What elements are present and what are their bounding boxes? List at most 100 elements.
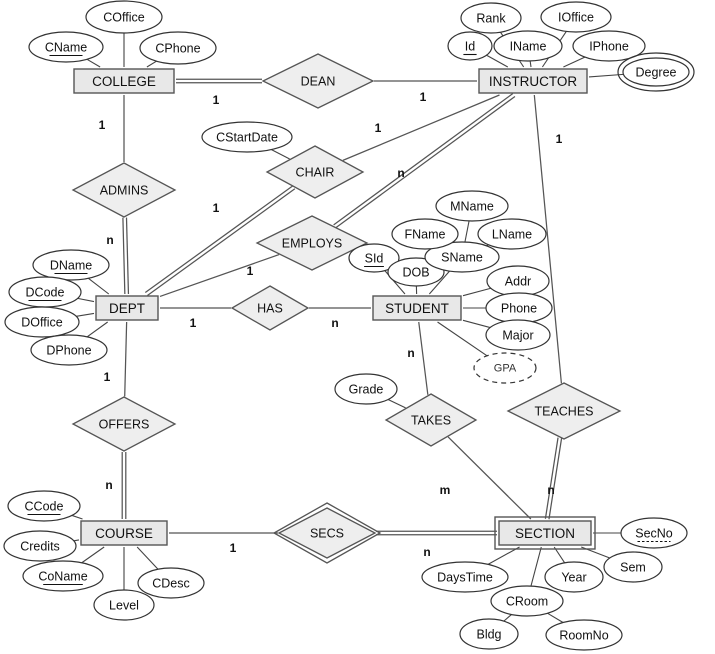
connection-college-dean	[176, 78, 262, 84]
attribute-grade[interactable]: Grade	[334, 373, 398, 405]
attribute-cstartdate[interactable]: CStartDate	[201, 121, 293, 153]
cardinality-course-secs: 1	[230, 541, 237, 555]
attribute-label: SId	[365, 252, 384, 266]
attribute-cdesc[interactable]: CDesc	[137, 567, 205, 599]
attribute-roomno[interactable]: RoomNo	[545, 619, 623, 651]
cardinality-secs-section: n	[423, 545, 430, 559]
attribute-label: DName	[50, 259, 92, 273]
entity-college[interactable]: COLLEGE	[73, 68, 175, 94]
attribute-label: RoomNo	[559, 629, 608, 643]
cardinality-college-admins: 1	[99, 118, 106, 132]
attribute-level[interactable]: Level	[93, 589, 155, 621]
attribute-label: DaysTime	[437, 571, 493, 585]
attribute-lname[interactable]: LName	[477, 218, 547, 250]
attribute-cname[interactable]: CName	[28, 31, 104, 63]
relationship-label: CHAIR	[296, 166, 335, 180]
attribute-gpa[interactable]: GPA	[473, 352, 537, 384]
attribute-id[interactable]: Id	[447, 31, 493, 61]
attribute-line-dname	[88, 277, 110, 295]
entity-dept[interactable]: DEPT	[95, 295, 159, 321]
attribute-daystime[interactable]: DaysTime	[421, 561, 509, 593]
relationship-secs[interactable]: SECS	[272, 502, 382, 564]
cardinality-college-dean: 1	[213, 93, 220, 107]
attribute-line-cdesc	[136, 546, 159, 570]
relationship-admins[interactable]: ADMINS	[71, 162, 177, 218]
cardinality-teaches-section: n	[547, 483, 554, 497]
attribute-cphone[interactable]: CPhone	[139, 31, 217, 65]
attribute-label: IPhone	[589, 40, 629, 54]
attribute-dname[interactable]: DName	[32, 249, 110, 281]
entity-section[interactable]: SECTION	[494, 516, 596, 550]
entity-student[interactable]: STUDENT	[372, 295, 462, 321]
relationship-has[interactable]: HAS	[230, 285, 310, 331]
attribute-label: Major	[502, 329, 533, 343]
attribute-label: Credits	[20, 540, 60, 554]
attribute-mname[interactable]: MName	[435, 190, 509, 222]
entity-label: SECTION	[515, 526, 575, 541]
cardinality-dept-has: 1	[190, 316, 197, 330]
relationship-label: SECS	[310, 527, 344, 541]
attribute-year[interactable]: Year	[544, 561, 604, 593]
attribute-doffice[interactable]: DOffice	[4, 306, 80, 338]
attribute-iname[interactable]: IName	[493, 30, 563, 62]
attribute-fname[interactable]: FName	[391, 218, 459, 250]
attribute-label: DOB	[402, 266, 429, 280]
relationship-label: EMPLOYS	[282, 237, 342, 251]
cardinality-dept-offers: 1	[104, 370, 111, 384]
attribute-label: MName	[450, 200, 494, 214]
attribute-label: DPhone	[46, 344, 91, 358]
attribute-ioffice[interactable]: IOffice	[540, 1, 612, 33]
relationship-label: DEAN	[301, 75, 336, 89]
entity-instructor[interactable]: INSTRUCTOR	[478, 68, 588, 94]
cardinality-offers-course: n	[105, 478, 112, 492]
attribute-degree[interactable]: Degree	[617, 52, 695, 92]
attribute-label: CStartDate	[216, 131, 278, 145]
attribute-label: Level	[109, 599, 139, 613]
cardinality-dept-employs: 1	[247, 264, 254, 278]
entity-course[interactable]: COURSE	[80, 520, 168, 546]
attribute-coname[interactable]: CoName	[22, 560, 104, 592]
attribute-major[interactable]: Major	[485, 319, 551, 351]
attribute-croom[interactable]: CRoom	[490, 585, 564, 617]
attribute-coffice[interactable]: COffice	[85, 0, 163, 34]
attribute-label: Id	[465, 40, 475, 54]
entity-label: INSTRUCTOR	[489, 74, 578, 89]
attribute-ccode[interactable]: CCode	[7, 490, 81, 522]
connection-offers-course	[121, 452, 127, 519]
attribute-line-grade	[387, 399, 406, 409]
attribute-bldg[interactable]: Bldg	[459, 618, 519, 650]
relationship-offers[interactable]: OFFERS	[71, 396, 177, 452]
cardinality-dept-chair: 1	[213, 201, 220, 215]
er-diagram-svg: COLLEGE INSTRUCTOR DEPT STUDENT COURSE SECTIO…	[3, 0, 695, 651]
attribute-credits[interactable]: Credits	[3, 530, 77, 562]
entity-label: STUDENT	[385, 301, 449, 316]
attribute-dcode[interactable]: DCode	[8, 276, 82, 308]
relationship-takes[interactable]: TAKES	[384, 393, 478, 447]
cardinality-dean-instructor: 1	[420, 90, 427, 104]
attribute-line-doffice	[76, 312, 95, 317]
connection-dept-employs	[159, 253, 280, 297]
attribute-label: DCode	[26, 286, 65, 300]
attribute-secno[interactable]: SecNo	[620, 517, 688, 549]
entity-label: COURSE	[95, 526, 153, 541]
connection-teaches-section	[544, 437, 563, 520]
relationship-teaches[interactable]: TEACHES	[506, 382, 622, 440]
attribute-addr[interactable]: Addr	[486, 265, 550, 297]
attribute-dphone[interactable]: DPhone	[30, 334, 108, 366]
relationship-label: HAS	[257, 302, 283, 316]
attribute-line-cname	[86, 58, 101, 68]
cardinality-admins-dept: n	[106, 233, 113, 247]
cardinality-chair-instructor: 1	[375, 121, 382, 135]
attribute-phone[interactable]: Phone	[485, 292, 553, 324]
attribute-line-roomno	[547, 612, 564, 623]
relationship-label: TAKES	[411, 414, 451, 428]
relationship-dean[interactable]: DEAN	[261, 53, 375, 109]
attribute-sem[interactable]: Sem	[603, 551, 663, 583]
attribute-label: IName	[510, 40, 547, 54]
attribute-label: FName	[405, 228, 446, 242]
attribute-label: Addr	[505, 275, 531, 289]
entity-label: COLLEGE	[92, 74, 156, 89]
attribute-line-dcode	[77, 297, 95, 303]
attribute-rank[interactable]: Rank	[460, 2, 522, 34]
relationship-chair[interactable]: CHAIR	[265, 145, 365, 199]
